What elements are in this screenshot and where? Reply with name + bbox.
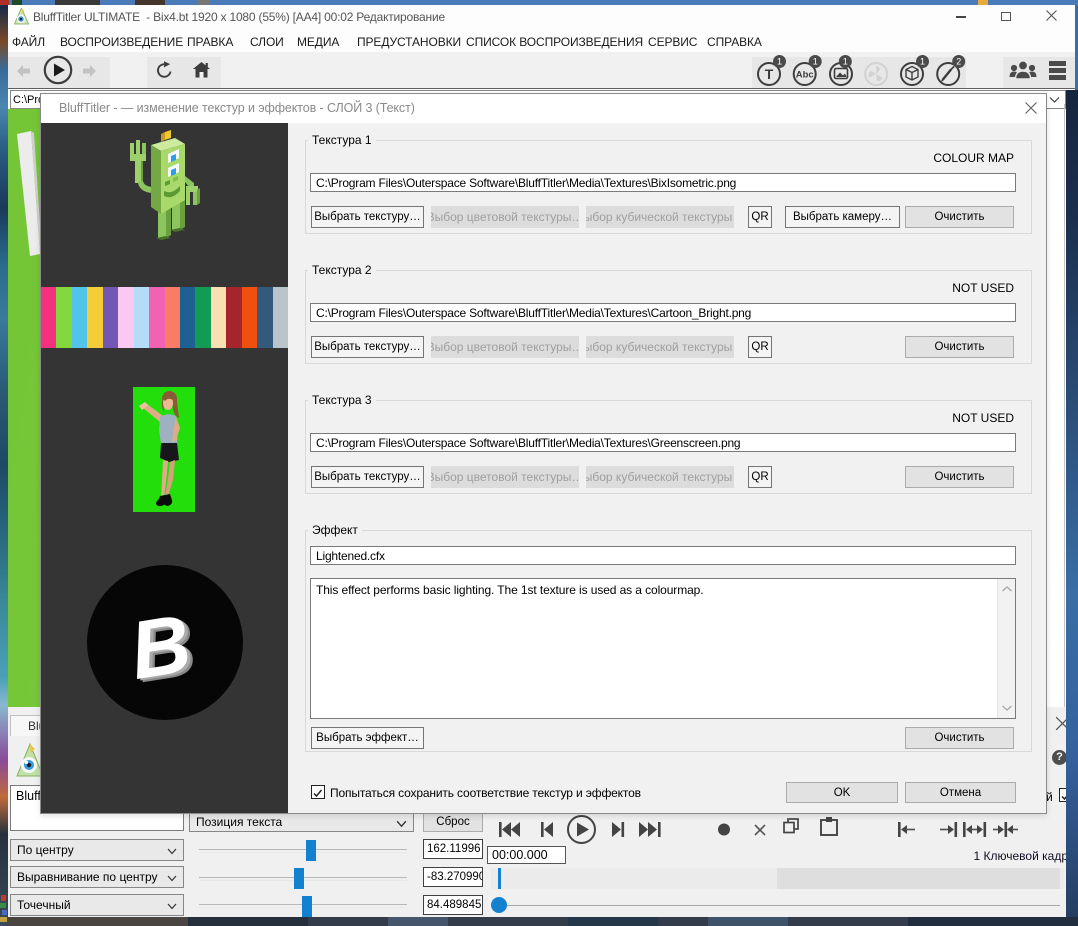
svg-text:2: 2 — [956, 57, 961, 67]
svg-text:Abc: Abc — [796, 70, 814, 81]
svg-text:1: 1 — [843, 57, 848, 67]
svg-text:T: T — [765, 66, 774, 82]
svg-text:1: 1 — [920, 57, 925, 67]
svg-text:1: 1 — [777, 57, 782, 67]
svg-text:1: 1 — [813, 57, 818, 67]
